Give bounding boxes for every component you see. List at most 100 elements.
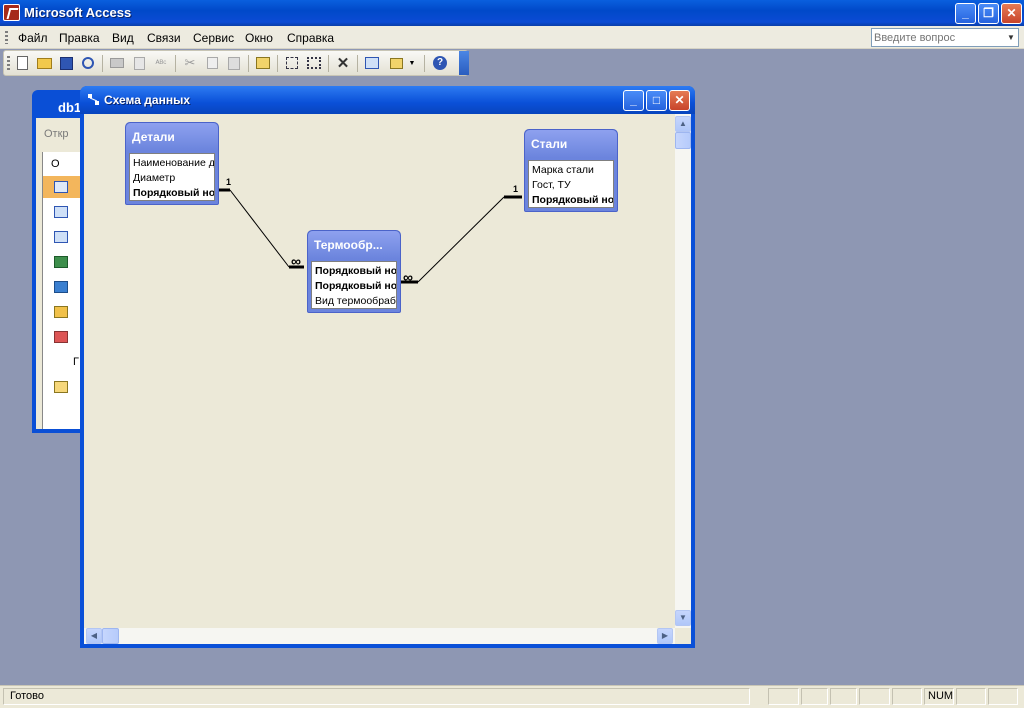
status-panel	[988, 688, 1018, 705]
menu-relationships[interactable]: Связи	[147, 31, 181, 45]
scroll-right-button[interactable]: ▶	[657, 628, 673, 644]
table-card-heat-treatment[interactable]: Термообр... Порядковый номер детали Поря…	[307, 230, 401, 313]
menu-help[interactable]: Справка	[287, 31, 334, 45]
app-title: Microsoft Access	[24, 5, 132, 20]
toolbar-grip-handle[interactable]	[7, 56, 10, 72]
show-direct-relationships-icon[interactable]	[282, 54, 302, 72]
relationships-window-titlebar[interactable]: Схема данных	[80, 86, 695, 114]
favorites-icon[interactable]	[54, 381, 68, 393]
delete-icon[interactable]: ✕	[333, 54, 353, 72]
window-close-button[interactable]: ✕	[669, 90, 690, 111]
module-icon[interactable]	[54, 331, 68, 343]
field-item[interactable]: Наименование детали	[133, 157, 214, 169]
groups-header: Г	[73, 356, 79, 368]
vertical-scrollbar[interactable]: ▲ ▼	[675, 114, 691, 628]
menu-tools[interactable]: Сервис	[193, 31, 234, 45]
help-question-box[interactable]: ▼	[871, 28, 1019, 47]
toolbar-separator	[102, 55, 103, 72]
report-icon[interactable]	[54, 256, 68, 268]
page-icon[interactable]	[54, 281, 68, 293]
chevron-down-icon[interactable]: ▼	[1004, 29, 1018, 46]
field-item-primary-key[interactable]: Порядковый номер	[532, 194, 613, 206]
table-card-details[interactable]: Детали Наименование детали Диаметр Поряд…	[125, 122, 219, 205]
field-item-primary-key[interactable]: Порядковый номер детали	[315, 265, 396, 277]
scroll-down-button[interactable]: ▼	[675, 610, 691, 626]
toolbar-options-chevron[interactable]	[459, 51, 469, 75]
scroll-up-button[interactable]: ▲	[675, 116, 691, 132]
status-panel	[859, 688, 890, 705]
chevron-down-icon[interactable]: ▼	[406, 54, 418, 72]
field-list[interactable]: Порядковый номер детали Порядковый номер…	[311, 261, 397, 309]
field-item[interactable]: Гост, ТУ	[532, 179, 571, 191]
menu-window[interactable]: Окно	[245, 31, 273, 45]
spelling-icon[interactable]: ᴬᴮᶜ	[151, 54, 171, 72]
menu-grip-handle[interactable]	[5, 31, 8, 44]
close-button[interactable]: ✕	[1001, 3, 1022, 24]
copy-icon[interactable]	[202, 54, 222, 72]
app-titlebar: Microsoft Access _ ❐ ✕	[0, 0, 1024, 26]
relation-one-label: 1	[226, 177, 232, 187]
objects-panel: О Г	[42, 152, 85, 429]
database-window-icon[interactable]	[362, 54, 382, 72]
relationships-canvas[interactable]: 1 ∞ 1 ∞ Детали Наименование детали Диаме…	[84, 114, 691, 644]
field-list[interactable]: Наименование детали Диаметр Порядковый н…	[129, 153, 215, 201]
help-icon[interactable]: ?	[430, 54, 450, 72]
access-app-icon[interactable]	[3, 4, 20, 21]
new-document-icon[interactable]	[12, 54, 32, 72]
toolbar-separator	[357, 55, 358, 72]
minimize-button[interactable]: _	[955, 3, 976, 24]
status-panel	[892, 688, 922, 705]
field-item-primary-key[interactable]: Порядковый номер	[133, 187, 214, 199]
database-window-title: db1	[58, 100, 82, 115]
table-card-title[interactable]: Стали	[525, 130, 617, 158]
open-button[interactable]: Откр	[44, 128, 69, 140]
table-card-steels[interactable]: Стали Марка стали Гост, ТУ Порядковый но…	[524, 129, 618, 212]
paste-icon[interactable]	[224, 54, 244, 72]
toolbar-separator	[424, 55, 425, 72]
relation-steels-heat[interactable]	[400, 195, 522, 284]
relationships-window[interactable]: Схема данных _ □ ✕ 1 ∞ 1 ∞ Детали Наимен…	[80, 86, 695, 648]
horizontal-scroll-thumb[interactable]	[102, 628, 119, 644]
window-minimize-button[interactable]: _	[623, 90, 644, 111]
print-preview-icon[interactable]	[129, 54, 149, 72]
relationships-window-title: Схема данных	[104, 93, 190, 107]
relation-one-label: 1	[513, 184, 519, 194]
menu-view[interactable]: Вид	[112, 31, 134, 45]
open-folder-icon[interactable]	[34, 54, 54, 72]
status-panel	[830, 688, 857, 705]
restore-button[interactable]: ❐	[978, 3, 999, 24]
help-question-input[interactable]	[874, 30, 1000, 45]
relation-many-label: ∞	[291, 253, 301, 269]
table-icon	[54, 181, 68, 193]
window-maximize-button[interactable]: □	[646, 90, 667, 111]
relationships-icon	[88, 94, 99, 105]
query-icon[interactable]	[54, 206, 68, 218]
field-item[interactable]: Вид термообработки	[315, 295, 396, 307]
database-window[interactable]: db1 Откр О Г	[32, 90, 85, 433]
num-lock-indicator: NUM	[928, 690, 954, 702]
field-item-primary-key[interactable]: Порядковый номер стали	[315, 280, 396, 292]
vertical-scroll-thumb[interactable]	[675, 132, 691, 149]
relation-many-label: ∞	[403, 269, 413, 285]
field-item[interactable]: Диаметр	[133, 172, 175, 184]
relationship-toolbar: ᴬᴮᶜ ✂ ✕ ▼ ?	[3, 50, 469, 76]
status-panel-main	[3, 688, 750, 705]
macro-icon[interactable]	[54, 306, 68, 318]
form-icon[interactable]	[54, 231, 68, 243]
table-card-title[interactable]: Термообр...	[308, 231, 400, 259]
new-object-icon[interactable]	[386, 54, 406, 72]
field-item[interactable]: Марка стали	[532, 164, 594, 176]
print-icon[interactable]	[107, 54, 127, 72]
menu-edit[interactable]: Правка	[59, 31, 100, 45]
status-panel	[768, 688, 799, 705]
cut-icon[interactable]: ✂	[180, 54, 200, 72]
search-icon[interactable]	[78, 54, 98, 72]
horizontal-scrollbar[interactable]: ◀ ▶	[84, 628, 675, 644]
save-icon[interactable]	[56, 54, 76, 72]
show-all-relationships-icon[interactable]	[304, 54, 324, 72]
show-table-icon[interactable]	[253, 54, 273, 72]
field-list[interactable]: Марка стали Гост, ТУ Порядковый номер	[528, 160, 614, 208]
menu-file[interactable]: Файл	[18, 31, 48, 45]
scroll-left-button[interactable]: ◀	[86, 628, 102, 644]
table-card-title[interactable]: Детали	[126, 123, 218, 151]
